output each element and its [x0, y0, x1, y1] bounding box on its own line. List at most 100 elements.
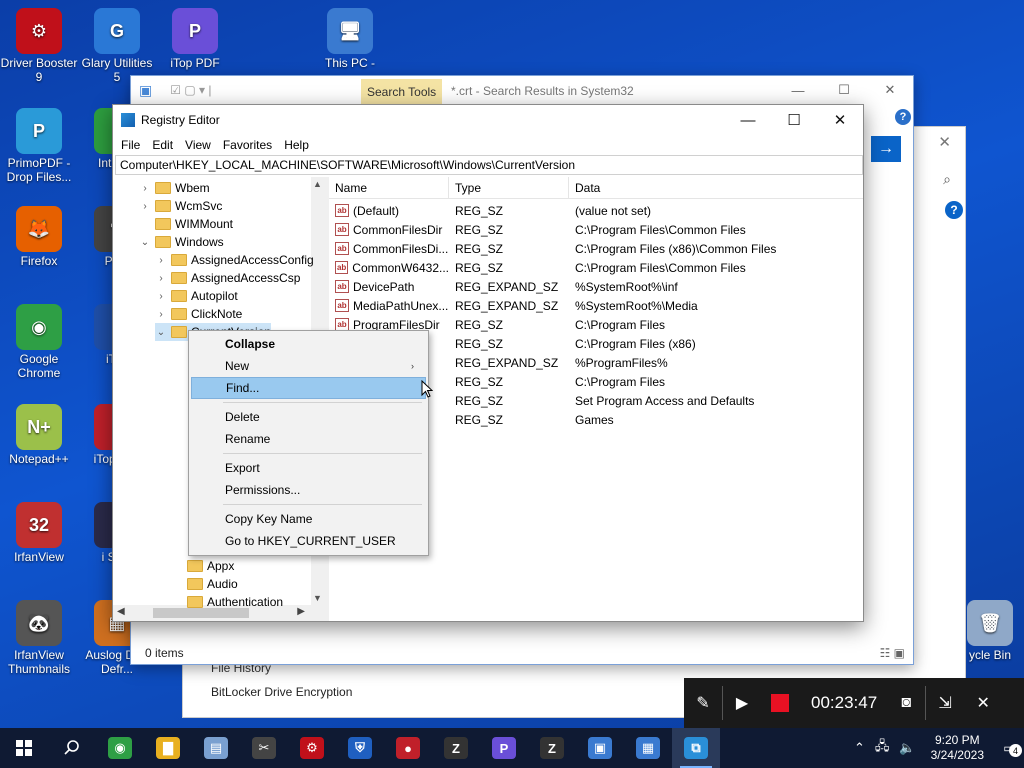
- value-row[interactable]: ab CommonW6432... REG_SZ C:\Program Files\C…: [329, 258, 863, 277]
- minimize-button[interactable]: —: [775, 76, 821, 104]
- shield-taskbar-button[interactable]: ⛨: [336, 728, 384, 768]
- help-icon[interactable]: ?: [945, 201, 963, 219]
- menu-item-permissions[interactable]: Permissions...: [191, 479, 426, 501]
- view-toggle-icon[interactable]: ☷ ▣: [880, 646, 905, 660]
- scroll-up-icon[interactable]: ▲: [313, 179, 322, 189]
- menu-item-delete[interactable]: Delete: [191, 406, 426, 428]
- stop-button[interactable]: [761, 678, 799, 728]
- string-value-icon: ab: [335, 204, 349, 217]
- menu-file[interactable]: File: [115, 138, 146, 152]
- chevron-right-icon[interactable]: ›: [139, 183, 151, 194]
- firefox-desktop-icon[interactable]: 🦊 Firefox: [0, 206, 79, 268]
- tree-key-audio[interactable]: Audio: [171, 575, 238, 593]
- z-app-taskbar-button[interactable]: Z: [432, 728, 480, 768]
- column-header-type[interactable]: Type: [449, 177, 569, 198]
- notepad-taskbar-button[interactable]: ▤: [192, 728, 240, 768]
- menu-item-go-to-hkey-current-user[interactable]: Go to HKEY_CURRENT_USER: [191, 530, 426, 552]
- close-button[interactable]: ✕: [817, 105, 863, 135]
- menu-item-rename[interactable]: Rename: [191, 428, 426, 450]
- tree-key-wcmsvc[interactable]: › WcmSvc: [139, 197, 222, 215]
- close-icon[interactable]: ✕: [938, 133, 951, 151]
- driver-booster-desktop-icon[interactable]: ⚙ Driver Booster 9: [0, 8, 79, 84]
- notepadpp-desktop-icon[interactable]: N+ Notepad++: [0, 404, 79, 466]
- chevron-right-icon[interactable]: ›: [155, 291, 167, 302]
- scroll-right-icon[interactable]: ▶: [297, 606, 305, 617]
- chevron-down-icon[interactable]: ⌄: [155, 327, 167, 338]
- system-info-taskbar-button[interactable]: ▦: [624, 728, 672, 768]
- search-button[interactable]: [48, 728, 96, 768]
- scroll-down-icon[interactable]: ▼: [313, 593, 322, 603]
- camera-icon[interactable]: ◙: [887, 678, 925, 728]
- clock[interactable]: 9:20 PM 3/24/2023: [921, 733, 994, 763]
- go-arrow-button[interactable]: →: [871, 136, 901, 162]
- value-row[interactable]: ab DevicePath REG_EXPAND_SZ %SystemRoot%\in…: [329, 277, 863, 296]
- menu-item-export[interactable]: Export: [191, 457, 426, 479]
- menu-help[interactable]: Help: [278, 138, 315, 152]
- start-button[interactable]: [0, 728, 48, 768]
- play-button[interactable]: ▶: [723, 678, 761, 728]
- close-button[interactable]: ✕: [867, 76, 913, 104]
- menu-favorites[interactable]: Favorites: [217, 138, 278, 152]
- irfanview-desktop-icon[interactable]: 32 IrfanView: [0, 502, 79, 564]
- chevron-right-icon[interactable]: ›: [139, 201, 151, 212]
- minimize-recorder-icon[interactable]: ⇲: [926, 678, 964, 728]
- pen-icon[interactable]: ✎: [684, 678, 722, 728]
- column-header-data[interactable]: Data: [569, 177, 809, 198]
- chevron-right-icon[interactable]: ›: [155, 273, 167, 284]
- driver-booster-taskbar-button[interactable]: ⚙: [288, 728, 336, 768]
- menu-item-new[interactable]: New ›: [191, 355, 426, 377]
- chevron-right-icon[interactable]: ›: [155, 309, 167, 320]
- search-icon[interactable]: ⌕: [943, 171, 951, 188]
- file-explorer-taskbar-button[interactable]: ▇: [144, 728, 192, 768]
- itop-pdf-desktop-icon[interactable]: PiTop PDF: [155, 8, 235, 70]
- tree-key-clicknote[interactable]: › ClickNote: [155, 305, 242, 323]
- scroll-left-icon[interactable]: ◀: [117, 606, 125, 617]
- maximize-button[interactable]: ☐: [771, 105, 817, 135]
- itop-recorder-taskbar-button[interactable]: ●: [384, 728, 432, 768]
- chrome-desktop-icon[interactable]: ◉ Google Chrome: [0, 304, 79, 380]
- tree-key-authentication[interactable]: Authentication: [171, 593, 283, 611]
- tree-key-assignedaccesscsp[interactable]: › AssignedAccessCsp: [155, 269, 300, 287]
- help-icon[interactable]: ?: [895, 109, 911, 125]
- glary-utilities-desktop-icon[interactable]: G Glary Utilities 5: [77, 8, 157, 84]
- primopdf-desktop-icon[interactable]: P PrimoPDF - Drop Files...: [0, 108, 79, 184]
- volume-icon[interactable]: 🔈: [894, 740, 920, 756]
- value-row[interactable]: ab CommonFilesDi... REG_SZ C:\Program Files…: [329, 239, 863, 258]
- menu-edit[interactable]: Edit: [146, 138, 179, 152]
- tree-key-wimmount[interactable]: WIMMount: [139, 215, 233, 233]
- value-row[interactable]: ab MediaPathUnex... REG_EXPAND_SZ %SystemRo…: [329, 296, 863, 315]
- chrome-taskbar-button[interactable]: ◉: [96, 728, 144, 768]
- menu-item-find[interactable]: Find...: [191, 377, 426, 399]
- value-row[interactable]: ab (Default) REG_SZ (value not set): [329, 201, 863, 220]
- snip-taskbar-button[interactable]: ✂: [240, 728, 288, 768]
- irfanview-thumbnails-desktop-icon[interactable]: 🐼 IrfanView Thumbnails: [0, 600, 79, 676]
- settings-item-bitlocker[interactable]: BitLocker Drive Encryption: [211, 685, 352, 699]
- tree-key-autopilot[interactable]: › Autopilot: [155, 287, 237, 305]
- value-type: REG_SZ: [455, 203, 504, 218]
- network-icon[interactable]: 🖧: [870, 737, 895, 759]
- value-row[interactable]: ab CommonFilesDir REG_SZ C:\Program Files\C…: [329, 220, 863, 239]
- menu-item-copy-key-name[interactable]: Copy Key Name: [191, 508, 426, 530]
- regedit-taskbar-button[interactable]: ⧉: [672, 728, 720, 768]
- this-pc-desktop-icon[interactable]: 🖥 This PC -: [310, 8, 390, 70]
- close-recorder-icon[interactable]: ✕: [964, 678, 1002, 728]
- zip-taskbar-button[interactable]: Z: [528, 728, 576, 768]
- tree-key-appx[interactable]: Appx: [171, 557, 234, 575]
- quick-access-icon[interactable]: ☑ ▢ ▾ |: [170, 83, 211, 97]
- menu-view[interactable]: View: [179, 138, 217, 152]
- notifications-button[interactable]: ▭ 4: [994, 741, 1024, 757]
- chevron-right-icon[interactable]: ›: [155, 255, 167, 266]
- tree-key-windows[interactable]: ⌄ Windows: [139, 233, 224, 251]
- itop-pdf-taskbar-button[interactable]: P: [480, 728, 528, 768]
- column-header-name[interactable]: Name: [329, 177, 449, 198]
- minimize-button[interactable]: —: [725, 105, 771, 135]
- control-panel-taskbar-button[interactable]: ▣: [576, 728, 624, 768]
- chevron-up-icon[interactable]: ⌃: [849, 740, 870, 756]
- chevron-down-icon[interactable]: ⌄: [139, 237, 151, 248]
- maximize-button[interactable]: ☐: [821, 76, 867, 104]
- search-tools-tab[interactable]: Search Tools: [361, 79, 443, 105]
- tree-key-assignedaccessconfig[interactable]: › AssignedAccessConfig: [155, 251, 313, 269]
- tree-key-wbem[interactable]: › Wbem: [139, 179, 209, 197]
- menu-item-collapse[interactable]: Collapse: [191, 333, 426, 355]
- address-bar[interactable]: Computer\HKEY_LOCAL_MACHINE\SOFTWARE\Mic…: [115, 155, 863, 175]
